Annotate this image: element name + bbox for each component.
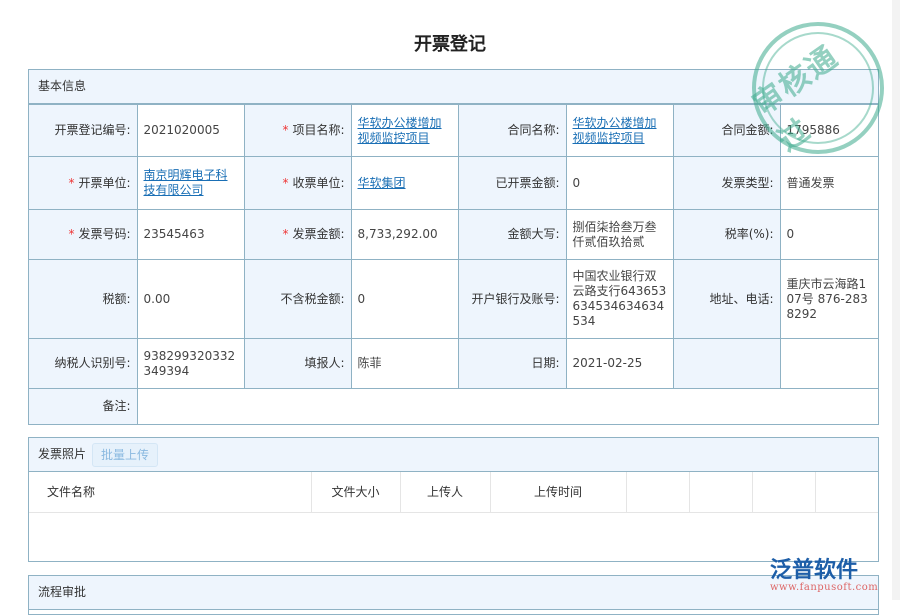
label-receiver: 收票单位: [292, 176, 344, 190]
filled-by: 陈菲 [351, 339, 458, 389]
label-bank-account: 开户银行及账号: [458, 260, 566, 339]
label-invoice-amount: 发票金额: [292, 227, 344, 241]
basic-info-table: 开票登记编号: 2021020005 *项目名称: 华软办公楼增加视频监控项目 … [29, 104, 878, 424]
label-tax: 税额: [29, 260, 137, 339]
tax-rate: 0 [780, 210, 878, 260]
label-issuer: 开票单位: [78, 176, 130, 190]
logo: 泛普软件www.fanpusoft.com [770, 552, 878, 593]
bank-account: 中国农业银行双云路支行643653634534634634534 [566, 260, 673, 339]
label-invoice-number: 发票号码: [78, 227, 130, 241]
required-mark: * [282, 176, 288, 190]
files-table: 文件名称 文件大小 上传人 上传时间 [29, 472, 878, 513]
project-name-link[interactable]: 华软办公楼增加视频监控项目 [358, 116, 442, 145]
label-filled-by: 填报人: [244, 339, 351, 389]
label-tax-rate: 税率(%): [673, 210, 780, 260]
required-mark: * [282, 227, 288, 241]
col-upload-time: 上传时间 [490, 472, 626, 512]
date: 2021-02-25 [566, 339, 673, 389]
label-invoice-reg-no: 开票登记编号: [29, 105, 137, 157]
workflow-panel: 流程审批 [28, 575, 879, 615]
invoice-photos-panel: 发票照片批量上传 文件名称 文件大小 上传人 上传时间 [28, 437, 879, 562]
label-remarks: 备注: [29, 389, 137, 424]
invoice-reg-no: 2021020005 [137, 105, 244, 157]
invoice-number: 23545463 [137, 210, 244, 260]
invoice-photos-header: 发票照片 [38, 447, 86, 461]
label-taxpayer-id: 纳税人识别号: [29, 339, 137, 389]
address-phone: 重庆市云海路107号 876-2838292 [780, 260, 878, 339]
required-mark: * [282, 123, 288, 137]
empty-value [780, 339, 878, 389]
empty-label [673, 339, 780, 389]
label-contract-name: 合同名称: [458, 105, 566, 157]
invoiced-amount: 0 [566, 157, 673, 210]
amount-excl-tax: 0 [351, 260, 458, 339]
label-amount-excl-tax: 不含税金额: [244, 260, 351, 339]
required-mark: * [68, 227, 74, 241]
label-date: 日期: [458, 339, 566, 389]
tax-amount: 0.00 [137, 260, 244, 339]
label-invoiced-amount: 已开票金额: [458, 157, 566, 210]
invoice-type: 普通发票 [780, 157, 878, 210]
invoice-amount: 8,733,292.00 [351, 210, 458, 260]
amount-in-words: 捌佰柒拾叁万叁仟贰佰玖拾贰 [566, 210, 673, 260]
label-project-name: 项目名称: [292, 123, 344, 137]
col-uploader: 上传人 [400, 472, 490, 512]
contract-name-link[interactable]: 华软办公楼增加视频监控项目 [573, 116, 657, 145]
col-empty [626, 472, 689, 512]
col-empty [752, 472, 815, 512]
taxpayer-id: 938299320332349394 [137, 339, 244, 389]
batch-upload-button[interactable]: 批量上传 [92, 443, 158, 467]
col-empty [689, 472, 752, 512]
col-empty [815, 472, 878, 512]
receiver-link[interactable]: 华软集团 [358, 176, 406, 190]
label-amount-in-words: 金额大写: [458, 210, 566, 260]
remarks [137, 389, 878, 424]
label-address-phone: 地址、电话: [673, 260, 780, 339]
col-file-name: 文件名称 [29, 472, 311, 512]
col-file-size: 文件大小 [311, 472, 400, 512]
issuer-link[interactable]: 南京明辉电子科技有限公司 [144, 168, 228, 197]
scrollbar[interactable] [892, 0, 900, 600]
basic-info-panel: 基本信息 开票登记编号: 2021020005 *项目名称: 华软办公楼增加视频… [28, 69, 879, 425]
workflow-header: 流程审批 [29, 576, 878, 610]
label-invoice-type: 发票类型: [673, 157, 780, 210]
required-mark: * [68, 176, 74, 190]
